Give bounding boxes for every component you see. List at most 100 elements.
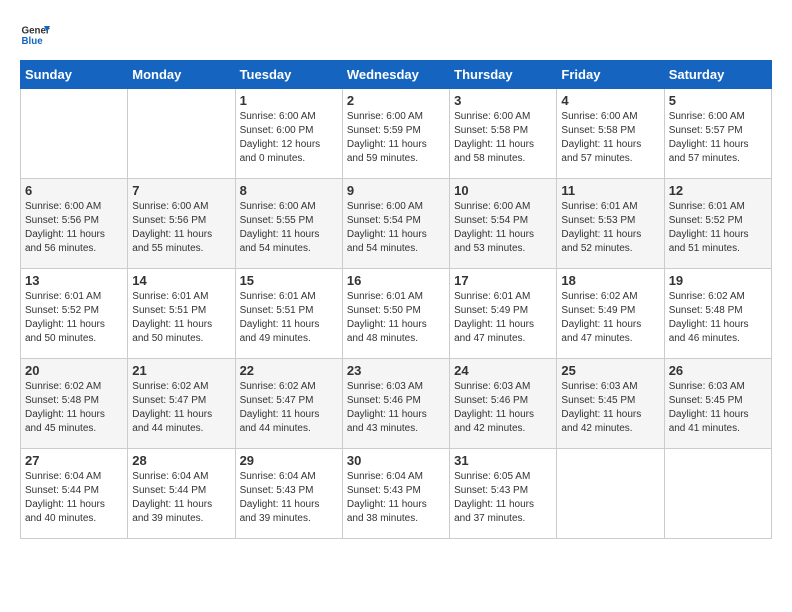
day-info: Sunrise: 6:01 AM Sunset: 5:52 PM Dayligh… (669, 200, 767, 256)
day-number: 25 (561, 363, 659, 378)
day-cell: 5 Sunrise: 6:00 AM Sunset: 5:57 PM Daylig… (664, 89, 771, 179)
day-cell: 30 Sunrise: 6:04 AM Sunset: 5:43 PM Dayli… (342, 449, 449, 539)
day-info: Sunrise: 6:00 AM Sunset: 5:56 PM Dayligh… (132, 200, 230, 256)
day-number: 26 (669, 363, 767, 378)
col-header-tuesday: Tuesday (235, 61, 342, 89)
day-number: 6 (25, 183, 123, 198)
day-number: 3 (454, 93, 552, 108)
logo-icon: General Blue (20, 20, 50, 50)
day-cell: 16 Sunrise: 6:01 AM Sunset: 5:50 PM Dayli… (342, 269, 449, 359)
day-number: 4 (561, 93, 659, 108)
day-number: 1 (240, 93, 338, 108)
day-number: 19 (669, 273, 767, 288)
day-cell: 22 Sunrise: 6:02 AM Sunset: 5:47 PM Dayli… (235, 359, 342, 449)
day-cell: 25 Sunrise: 6:03 AM Sunset: 5:45 PM Dayli… (557, 359, 664, 449)
col-header-saturday: Saturday (664, 61, 771, 89)
day-info: Sunrise: 6:00 AM Sunset: 5:58 PM Dayligh… (561, 110, 659, 166)
day-cell: 29 Sunrise: 6:04 AM Sunset: 5:43 PM Dayli… (235, 449, 342, 539)
day-cell: 23 Sunrise: 6:03 AM Sunset: 5:46 PM Dayli… (342, 359, 449, 449)
day-number: 28 (132, 453, 230, 468)
day-number: 23 (347, 363, 445, 378)
week-row-1: 1Sunrise: 6:00 AM Sunset: 6:00 PM Daylig… (21, 89, 772, 179)
day-cell: 27 Sunrise: 6:04 AM Sunset: 5:44 PM Dayli… (21, 449, 128, 539)
day-cell: 4 Sunrise: 6:00 AM Sunset: 5:58 PM Daylig… (557, 89, 664, 179)
day-number: 15 (240, 273, 338, 288)
day-number: 7 (132, 183, 230, 198)
day-info: Sunrise: 6:05 AM Sunset: 5:43 PM Dayligh… (454, 470, 552, 526)
week-row-2: 6 Sunrise: 6:00 AM Sunset: 5:56 PM Daylig… (21, 179, 772, 269)
day-info: Sunrise: 6:00 AM Sunset: 5:54 PM Dayligh… (454, 200, 552, 256)
day-cell: 24 Sunrise: 6:03 AM Sunset: 5:46 PM Dayli… (450, 359, 557, 449)
week-row-3: 13 Sunrise: 6:01 AM Sunset: 5:52 PM Dayli… (21, 269, 772, 359)
day-cell: 8 Sunrise: 6:00 AM Sunset: 5:55 PM Daylig… (235, 179, 342, 269)
day-cell: 20Sunrise: 6:02 AM Sunset: 5:48 PM Dayli… (21, 359, 128, 449)
day-cell: 14Sunrise: 6:01 AM Sunset: 5:51 PM Dayli… (128, 269, 235, 359)
day-info: Sunrise: 6:04 AM Sunset: 5:44 PM Dayligh… (25, 470, 123, 526)
day-info: Sunrise: 6:03 AM Sunset: 5:46 PM Dayligh… (347, 380, 445, 436)
day-number: 5 (669, 93, 767, 108)
day-number: 12 (669, 183, 767, 198)
week-row-5: 27 Sunrise: 6:04 AM Sunset: 5:44 PM Dayli… (21, 449, 772, 539)
day-info: Sunrise: 6:03 AM Sunset: 5:45 PM Dayligh… (561, 380, 659, 436)
day-cell: 13 Sunrise: 6:01 AM Sunset: 5:52 PM Dayli… (21, 269, 128, 359)
day-cell: 17Sunrise: 6:01 AM Sunset: 5:49 PM Dayli… (450, 269, 557, 359)
day-cell: 1Sunrise: 6:00 AM Sunset: 6:00 PM Daylig… (235, 89, 342, 179)
day-info: Sunrise: 6:02 AM Sunset: 5:47 PM Dayligh… (132, 380, 230, 436)
day-number: 31 (454, 453, 552, 468)
col-header-sunday: Sunday (21, 61, 128, 89)
day-number: 30 (347, 453, 445, 468)
day-info: Sunrise: 6:00 AM Sunset: 5:59 PM Dayligh… (347, 110, 445, 166)
day-cell: 21Sunrise: 6:02 AM Sunset: 5:47 PM Dayli… (128, 359, 235, 449)
day-cell: 6 Sunrise: 6:00 AM Sunset: 5:56 PM Daylig… (21, 179, 128, 269)
day-cell: 18 Sunrise: 6:02 AM Sunset: 5:49 PM Dayli… (557, 269, 664, 359)
day-info: Sunrise: 6:04 AM Sunset: 5:43 PM Dayligh… (347, 470, 445, 526)
day-info: Sunrise: 6:01 AM Sunset: 5:51 PM Dayligh… (132, 290, 230, 346)
day-cell: 15 Sunrise: 6:01 AM Sunset: 5:51 PM Dayli… (235, 269, 342, 359)
day-cell (557, 449, 664, 539)
day-info: Sunrise: 6:00 AM Sunset: 5:55 PM Dayligh… (240, 200, 338, 256)
day-number: 2 (347, 93, 445, 108)
day-cell (664, 449, 771, 539)
day-number: 11 (561, 183, 659, 198)
logo: General Blue (20, 20, 50, 50)
day-info: Sunrise: 6:04 AM Sunset: 5:44 PM Dayligh… (132, 470, 230, 526)
week-row-4: 20Sunrise: 6:02 AM Sunset: 5:48 PM Dayli… (21, 359, 772, 449)
day-number: 10 (454, 183, 552, 198)
day-cell (21, 89, 128, 179)
col-header-friday: Friday (557, 61, 664, 89)
header: General Blue (20, 20, 772, 50)
day-info: Sunrise: 6:03 AM Sunset: 5:45 PM Dayligh… (669, 380, 767, 436)
day-number: 20 (25, 363, 123, 378)
day-info: Sunrise: 6:02 AM Sunset: 5:47 PM Dayligh… (240, 380, 338, 436)
day-number: 18 (561, 273, 659, 288)
day-cell: 31 Sunrise: 6:05 AM Sunset: 5:43 PM Dayli… (450, 449, 557, 539)
day-info: Sunrise: 6:01 AM Sunset: 5:50 PM Dayligh… (347, 290, 445, 346)
day-number: 17 (454, 273, 552, 288)
day-number: 27 (25, 453, 123, 468)
col-header-wednesday: Wednesday (342, 61, 449, 89)
day-number: 8 (240, 183, 338, 198)
day-info: Sunrise: 6:01 AM Sunset: 5:52 PM Dayligh… (25, 290, 123, 346)
day-cell: 19 Sunrise: 6:02 AM Sunset: 5:48 PM Dayli… (664, 269, 771, 359)
day-cell: 2 Sunrise: 6:00 AM Sunset: 5:59 PM Daylig… (342, 89, 449, 179)
day-info: Sunrise: 6:00 AM Sunset: 5:56 PM Dayligh… (25, 200, 123, 256)
day-info: Sunrise: 6:02 AM Sunset: 5:49 PM Dayligh… (561, 290, 659, 346)
day-info: Sunrise: 6:00 AM Sunset: 5:57 PM Dayligh… (669, 110, 767, 166)
day-cell: 3 Sunrise: 6:00 AM Sunset: 5:58 PM Daylig… (450, 89, 557, 179)
day-cell: 28 Sunrise: 6:04 AM Sunset: 5:44 PM Dayli… (128, 449, 235, 539)
day-info: Sunrise: 6:02 AM Sunset: 5:48 PM Dayligh… (669, 290, 767, 346)
day-info: Sunrise: 6:00 AM Sunset: 5:54 PM Dayligh… (347, 200, 445, 256)
day-number: 13 (25, 273, 123, 288)
day-info: Sunrise: 6:03 AM Sunset: 5:46 PM Dayligh… (454, 380, 552, 436)
day-cell (128, 89, 235, 179)
col-header-thursday: Thursday (450, 61, 557, 89)
day-number: 29 (240, 453, 338, 468)
day-info: Sunrise: 6:00 AM Sunset: 5:58 PM Dayligh… (454, 110, 552, 166)
day-info: Sunrise: 6:01 AM Sunset: 5:53 PM Dayligh… (561, 200, 659, 256)
day-info: Sunrise: 6:01 AM Sunset: 5:51 PM Dayligh… (240, 290, 338, 346)
day-number: 24 (454, 363, 552, 378)
day-cell: 7 Sunrise: 6:00 AM Sunset: 5:56 PM Daylig… (128, 179, 235, 269)
day-info: Sunrise: 6:04 AM Sunset: 5:43 PM Dayligh… (240, 470, 338, 526)
day-number: 16 (347, 273, 445, 288)
day-number: 22 (240, 363, 338, 378)
